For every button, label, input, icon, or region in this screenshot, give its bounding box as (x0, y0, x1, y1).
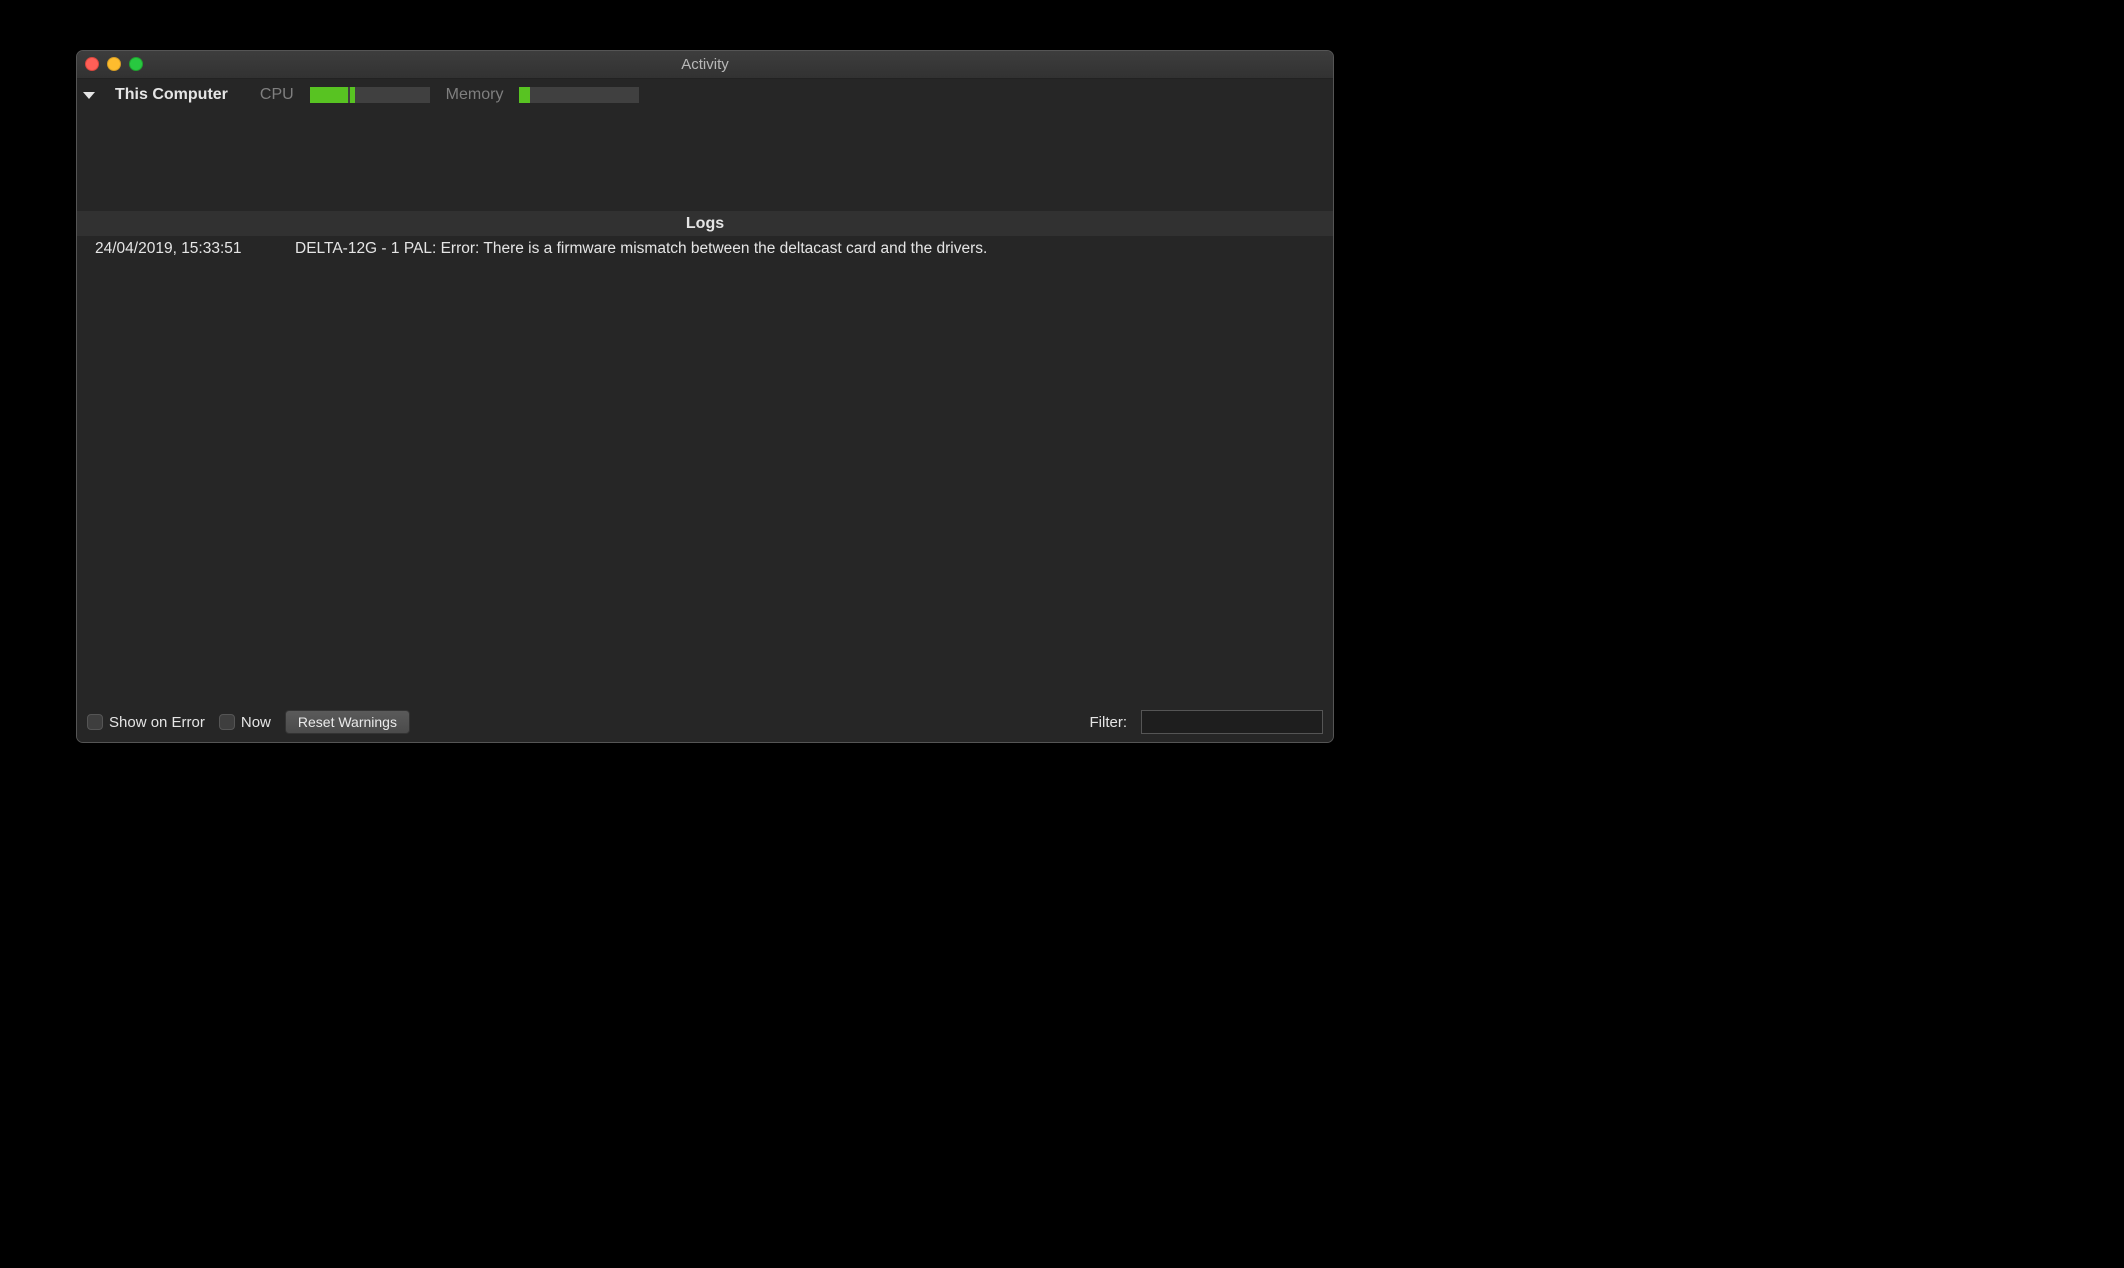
footer-bar: Show on Error Now Reset Warnings Filter: (77, 702, 1333, 742)
filter-label: Filter: (1090, 714, 1128, 731)
log-timestamp: 24/04/2019, 15:33:51 (95, 240, 295, 258)
logs-body[interactable]: 24/04/2019, 15:33:51DELTA-12G - 1 PAL: E… (77, 236, 1333, 702)
filter-input[interactable] (1141, 710, 1323, 734)
activity-window: Activity This Computer CPU Memory Logs 2… (76, 50, 1334, 743)
now-label: Now (241, 714, 271, 731)
this-computer-label[interactable]: This Computer (115, 86, 228, 104)
cpu-meter (310, 87, 430, 103)
memory-meter (519, 87, 639, 103)
minimize-icon[interactable] (107, 57, 121, 71)
close-icon[interactable] (85, 57, 99, 71)
traffic-lights (85, 57, 143, 71)
show-on-error-checkbox[interactable]: Show on Error (87, 714, 205, 731)
meters-bar: This Computer CPU Memory (77, 79, 1333, 111)
maximize-icon[interactable] (129, 57, 143, 71)
computer-detail-area (77, 111, 1333, 211)
window-title: Activity (77, 56, 1333, 73)
disclosure-triangle-icon[interactable] (83, 92, 95, 99)
reset-warnings-button[interactable]: Reset Warnings (285, 710, 410, 734)
show-on-error-label: Show on Error (109, 714, 205, 731)
now-checkbox[interactable]: Now (219, 714, 271, 731)
logs-header: Logs (77, 211, 1333, 236)
log-message: DELTA-12G - 1 PAL: Error: There is a fir… (295, 240, 987, 258)
titlebar[interactable]: Activity (77, 51, 1333, 79)
checkbox-icon (87, 714, 103, 730)
log-row[interactable]: 24/04/2019, 15:33:51DELTA-12G - 1 PAL: E… (77, 236, 1333, 262)
cpu-label: CPU (260, 86, 294, 104)
checkbox-icon (219, 714, 235, 730)
memory-label: Memory (446, 86, 504, 104)
